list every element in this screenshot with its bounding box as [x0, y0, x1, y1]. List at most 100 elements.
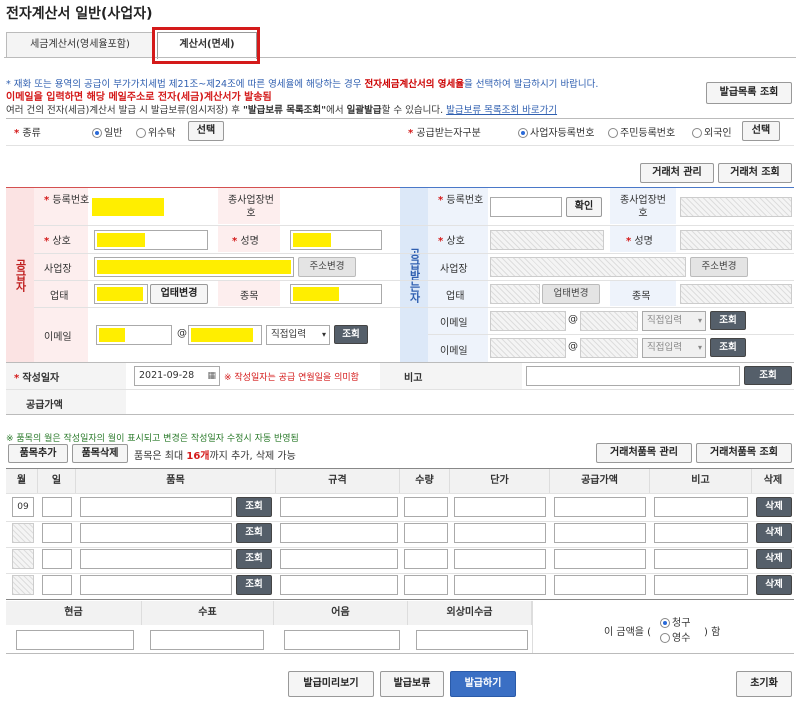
day-input[interactable]	[42, 523, 72, 543]
item-lookup-row-button[interactable]: 조회	[236, 523, 272, 543]
supply-input[interactable]	[554, 575, 646, 595]
supplier-business-change-button[interactable]: 업태변경	[150, 284, 208, 304]
receiver-email1-select[interactable]: 직접입력 ▾	[642, 311, 706, 331]
item-lookup-row-button[interactable]: 조회	[236, 549, 272, 569]
type-select-button[interactable]: 선택	[188, 121, 224, 141]
radio-receipt[interactable]: 영수	[660, 629, 690, 644]
receiver-email2-lookup-button[interactable]: 조회	[710, 338, 746, 357]
item-manage-button[interactable]: 거래처품목 관리	[596, 443, 692, 463]
month-input[interactable]: 09	[12, 497, 34, 517]
qty-input[interactable]	[404, 523, 448, 543]
receiver-address-change-button[interactable]: 주소변경	[690, 257, 748, 277]
receiver-email1-lookup-button[interactable]: 조회	[710, 311, 746, 330]
date-input[interactable]: 2021-09-28 ▦	[134, 366, 220, 386]
price-input[interactable]	[454, 497, 546, 517]
item-input[interactable]	[80, 549, 232, 569]
row-delete-button[interactable]: 삭제	[756, 497, 792, 517]
type-radio-consign[interactable]: 위수탁	[136, 124, 176, 139]
add-item-button[interactable]: 품목추가	[8, 444, 68, 463]
supplier-ceo-input[interactable]	[290, 230, 382, 250]
month-input[interactable]	[12, 575, 34, 595]
item-lookup-row-button[interactable]: 조회	[236, 497, 272, 517]
remark-row-input[interactable]	[654, 497, 748, 517]
item-input[interactable]	[80, 497, 232, 517]
spec-input[interactable]	[280, 497, 398, 517]
radio-business-no[interactable]: 사업자등록번호	[518, 124, 594, 139]
row-delete-button[interactable]: 삭제	[756, 575, 792, 595]
calendar-icon[interactable]: ▦	[207, 367, 216, 385]
pay-cash-input[interactable]	[16, 630, 134, 650]
receiver-item-input[interactable]	[680, 284, 792, 304]
qty-input[interactable]	[404, 575, 448, 595]
remark-row-input[interactable]	[654, 575, 748, 595]
receiver-email1-id-input[interactable]	[490, 311, 566, 331]
hold-button[interactable]: 발급보류	[380, 671, 444, 697]
supply-input[interactable]	[554, 497, 646, 517]
supplier-name-input[interactable]	[94, 230, 208, 250]
remark-row-input[interactable]	[654, 549, 748, 569]
receiver-name-input[interactable]	[490, 230, 604, 250]
item-input[interactable]	[80, 575, 232, 595]
radio-claim[interactable]: 청구	[660, 614, 690, 629]
receiver-email2-select[interactable]: 직접입력 ▾	[642, 338, 706, 358]
price-input[interactable]	[454, 575, 546, 595]
receiver-business-input[interactable]	[490, 284, 540, 304]
supplier-email-domain-input[interactable]	[188, 325, 262, 345]
item-lookup-button[interactable]: 거래처품목 조회	[696, 443, 792, 463]
receiver-ceo-input[interactable]	[680, 230, 792, 250]
qty-input[interactable]	[404, 549, 448, 569]
supplier-reg-field[interactable]	[92, 198, 164, 216]
supply-input[interactable]	[554, 549, 646, 569]
price-input[interactable]	[454, 523, 546, 543]
receiver-confirm-button[interactable]: 확인	[566, 197, 602, 217]
radio-foreigner[interactable]: 외국인	[692, 124, 732, 139]
delete-item-button[interactable]: 품목삭제	[72, 444, 128, 463]
pay-check-input[interactable]	[150, 630, 264, 650]
receiver-business-change-button[interactable]: 업태변경	[542, 284, 600, 304]
partner-manage-button[interactable]: 거래처 관리	[640, 163, 714, 183]
month-input[interactable]	[12, 523, 34, 543]
spec-input[interactable]	[280, 523, 398, 543]
item-lookup-row-button[interactable]: 조회	[236, 575, 272, 595]
spec-input[interactable]	[280, 575, 398, 595]
qty-input[interactable]	[404, 497, 448, 517]
hold-list-link[interactable]: 발급보류 목록조회 바로가기	[446, 105, 557, 116]
issue-button[interactable]: 발급하기	[450, 671, 516, 697]
remark-lookup-button[interactable]: 조회	[744, 366, 792, 385]
item-input[interactable]	[80, 523, 232, 543]
receiver-reg-input[interactable]	[490, 197, 562, 217]
remark-input[interactable]	[526, 366, 740, 386]
supplier-item-input[interactable]	[290, 284, 382, 304]
month-input[interactable]	[12, 549, 34, 569]
row-delete-button[interactable]: 삭제	[756, 523, 792, 543]
spec-input[interactable]	[280, 549, 398, 569]
receiver-email1-domain-input[interactable]	[580, 311, 638, 331]
partner-lookup-button[interactable]: 거래처 조회	[718, 163, 792, 183]
day-input[interactable]	[42, 497, 72, 517]
pay-note-input[interactable]	[284, 630, 400, 650]
receiver-select-button[interactable]: 선택	[742, 121, 780, 141]
preview-button[interactable]: 발급미리보기	[288, 671, 374, 697]
receiver-email2-id-input[interactable]	[490, 338, 566, 358]
remark-row-input[interactable]	[654, 523, 748, 543]
type-radio-general[interactable]: 일반	[92, 124, 122, 139]
reset-button[interactable]: 초기화	[736, 671, 792, 697]
row-delete-button[interactable]: 삭제	[756, 549, 792, 569]
supplier-address-change-button[interactable]: 주소변경	[298, 257, 356, 277]
supply-input[interactable]	[554, 523, 646, 543]
supplier-email-select[interactable]: 직접입력 ▾	[266, 325, 330, 345]
supplier-address-input[interactable]	[94, 257, 294, 277]
receiver-branch-input[interactable]	[680, 197, 792, 217]
radio-resident-no[interactable]: 주민등록번호	[608, 124, 675, 139]
day-input[interactable]	[42, 575, 72, 595]
price-input[interactable]	[454, 549, 546, 569]
supplier-email-lookup-button[interactable]: 조회	[334, 325, 368, 344]
supplier-business-input[interactable]	[94, 284, 148, 304]
receiver-email2-domain-input[interactable]	[580, 338, 638, 358]
receiver-address-input[interactable]	[490, 257, 686, 277]
supplier-email-id-input[interactable]	[96, 325, 172, 345]
day-input[interactable]	[42, 549, 72, 569]
pay-credit-input[interactable]	[416, 630, 528, 650]
tab-tax-invoice[interactable]: 세금계산서(영세율포함)	[6, 32, 154, 58]
issue-list-button[interactable]: 발급목록 조회	[706, 82, 792, 104]
